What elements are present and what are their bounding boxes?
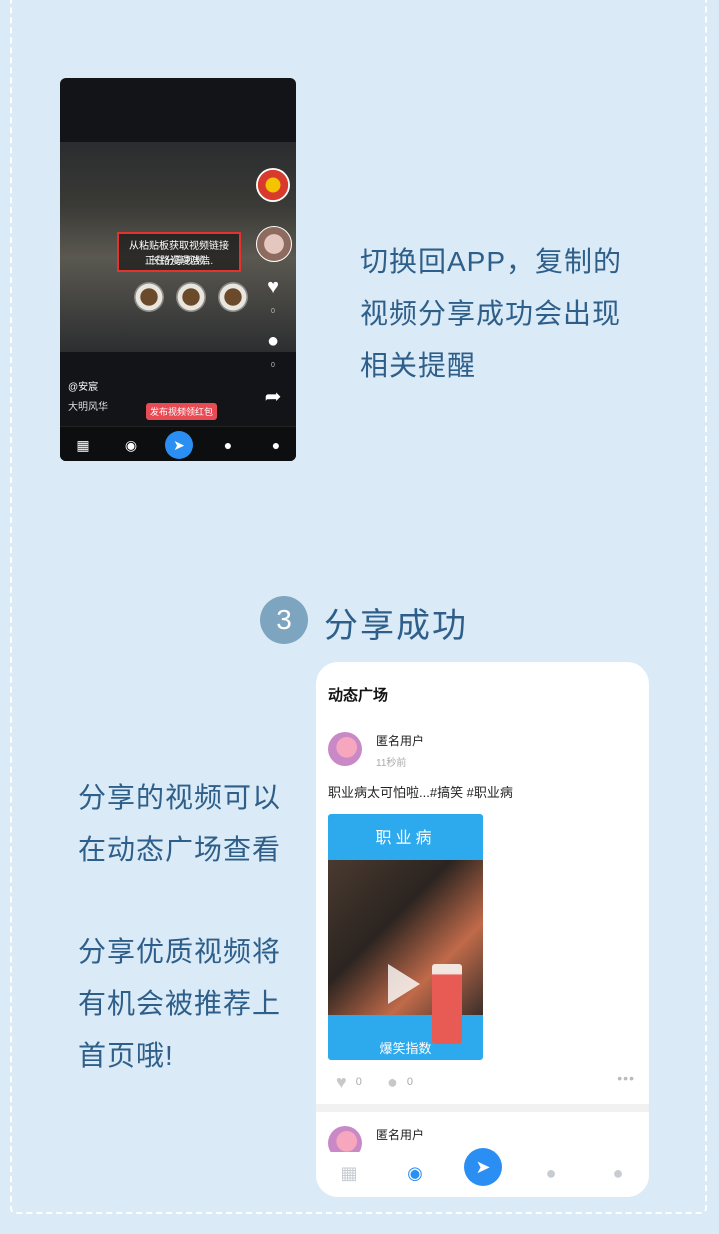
desc-line: 有机会被推荐上 — [78, 988, 282, 1019]
chat-icon[interactable]: ● — [538, 1160, 564, 1186]
page-title: 动态广场 — [328, 687, 389, 704]
username[interactable]: 匿名用户 — [376, 1126, 424, 1143]
bottom-tab-bar: ▦ ◉ ➤ ● ● — [316, 1148, 649, 1197]
cup-shape — [134, 282, 164, 312]
bottom-tab-bar: ▦ ◉ ➤ ● ● — [60, 426, 296, 461]
send-icon[interactable]: ➤ — [165, 431, 193, 459]
author-name[interactable]: @安宸 — [68, 378, 98, 393]
avatar[interactable] — [328, 732, 362, 766]
video-photo — [328, 860, 483, 1044]
more-icon[interactable]: ••• — [617, 1070, 635, 1086]
promo-pill[interactable]: 发布视频领红包 — [146, 403, 218, 420]
post-actions: ♥ 0 ● 0 — [336, 1072, 413, 1093]
post-text: 职业病太可怕啦...#搞笑 #职业病 — [328, 785, 513, 800]
step2-line: 视频分享成功会出现 — [360, 298, 622, 329]
step2-line: 切换回APP，复制的 — [360, 246, 623, 277]
compass-icon[interactable]: ◉ — [402, 1160, 428, 1186]
phone-screenshot-feed: 动态广场 匿名用户 11秒前 职业病太可怕啦...#搞笑 #职业病 职业病 爆笑… — [316, 662, 649, 1197]
video-caption: 长路漫漫浩浩 — [150, 256, 210, 267]
step3-description-2: 分享优质视频将 有机会被推荐上 首页哦! — [78, 926, 308, 1082]
profile-icon[interactable]: ● — [266, 435, 286, 455]
step-number-badge: 3 — [260, 596, 308, 644]
music-name[interactable]: 大明风华 — [68, 398, 108, 413]
music-avatar[interactable] — [256, 226, 292, 262]
share-icon[interactable]: ➦ — [260, 384, 286, 409]
home-grid-icon[interactable]: ▦ — [336, 1160, 362, 1186]
play-icon[interactable] — [388, 964, 420, 1004]
divider — [316, 1104, 649, 1112]
comment-icon[interactable]: ● — [260, 330, 286, 353]
step2-description: 切换回APP，复制的 视频分享成功会出现 相关提醒 — [360, 236, 660, 392]
home-grid-icon[interactable]: ▦ — [73, 435, 93, 455]
step2-line: 相关提醒 — [360, 350, 477, 381]
desc-line: 首页哦! — [78, 1040, 174, 1071]
comment-count: 0 — [406, 1076, 413, 1089]
heart-icon[interactable]: ♥ — [336, 1072, 347, 1093]
desc-line: 分享优质视频将 — [78, 936, 282, 967]
like-count: 0 — [271, 308, 275, 315]
username[interactable]: 匿名用户 — [376, 732, 424, 749]
cup-shape — [218, 282, 248, 312]
like-count: 0 — [355, 1076, 362, 1089]
desc-line: 分享的视频可以 — [78, 782, 282, 813]
compass-icon[interactable]: ◉ — [121, 435, 141, 455]
profile-icon[interactable]: ● — [605, 1160, 631, 1186]
desc-line: 在动态广场查看 — [78, 834, 282, 865]
video-bottom-text: 爆笑指数 — [379, 1041, 432, 1056]
chat-icon[interactable]: ● — [218, 435, 238, 455]
cup-shape — [176, 282, 206, 312]
creator-avatar[interactable] — [256, 168, 290, 202]
send-icon[interactable]: ➤ — [464, 1148, 502, 1186]
step-title: 分享成功 — [324, 607, 468, 645]
video-thumbnail[interactable]: 职业病 爆笑指数 — [328, 814, 483, 1060]
comment-count: 0 — [271, 362, 275, 369]
phone-screenshot-share: 从粘贴板获取视频链接 正在分享视频... 长路漫漫浩浩 ♥ 0 ● 0 ➦ @安… — [60, 78, 296, 461]
step3-description-1: 分享的视频可以 在动态广场查看 — [78, 772, 308, 876]
heart-icon[interactable]: ♥ — [260, 276, 286, 299]
post-time: 11秒前 — [376, 758, 407, 769]
video-title: 职业病 — [375, 830, 436, 847]
comment-icon[interactable]: ● — [387, 1072, 398, 1093]
drink-shape — [432, 964, 462, 1044]
